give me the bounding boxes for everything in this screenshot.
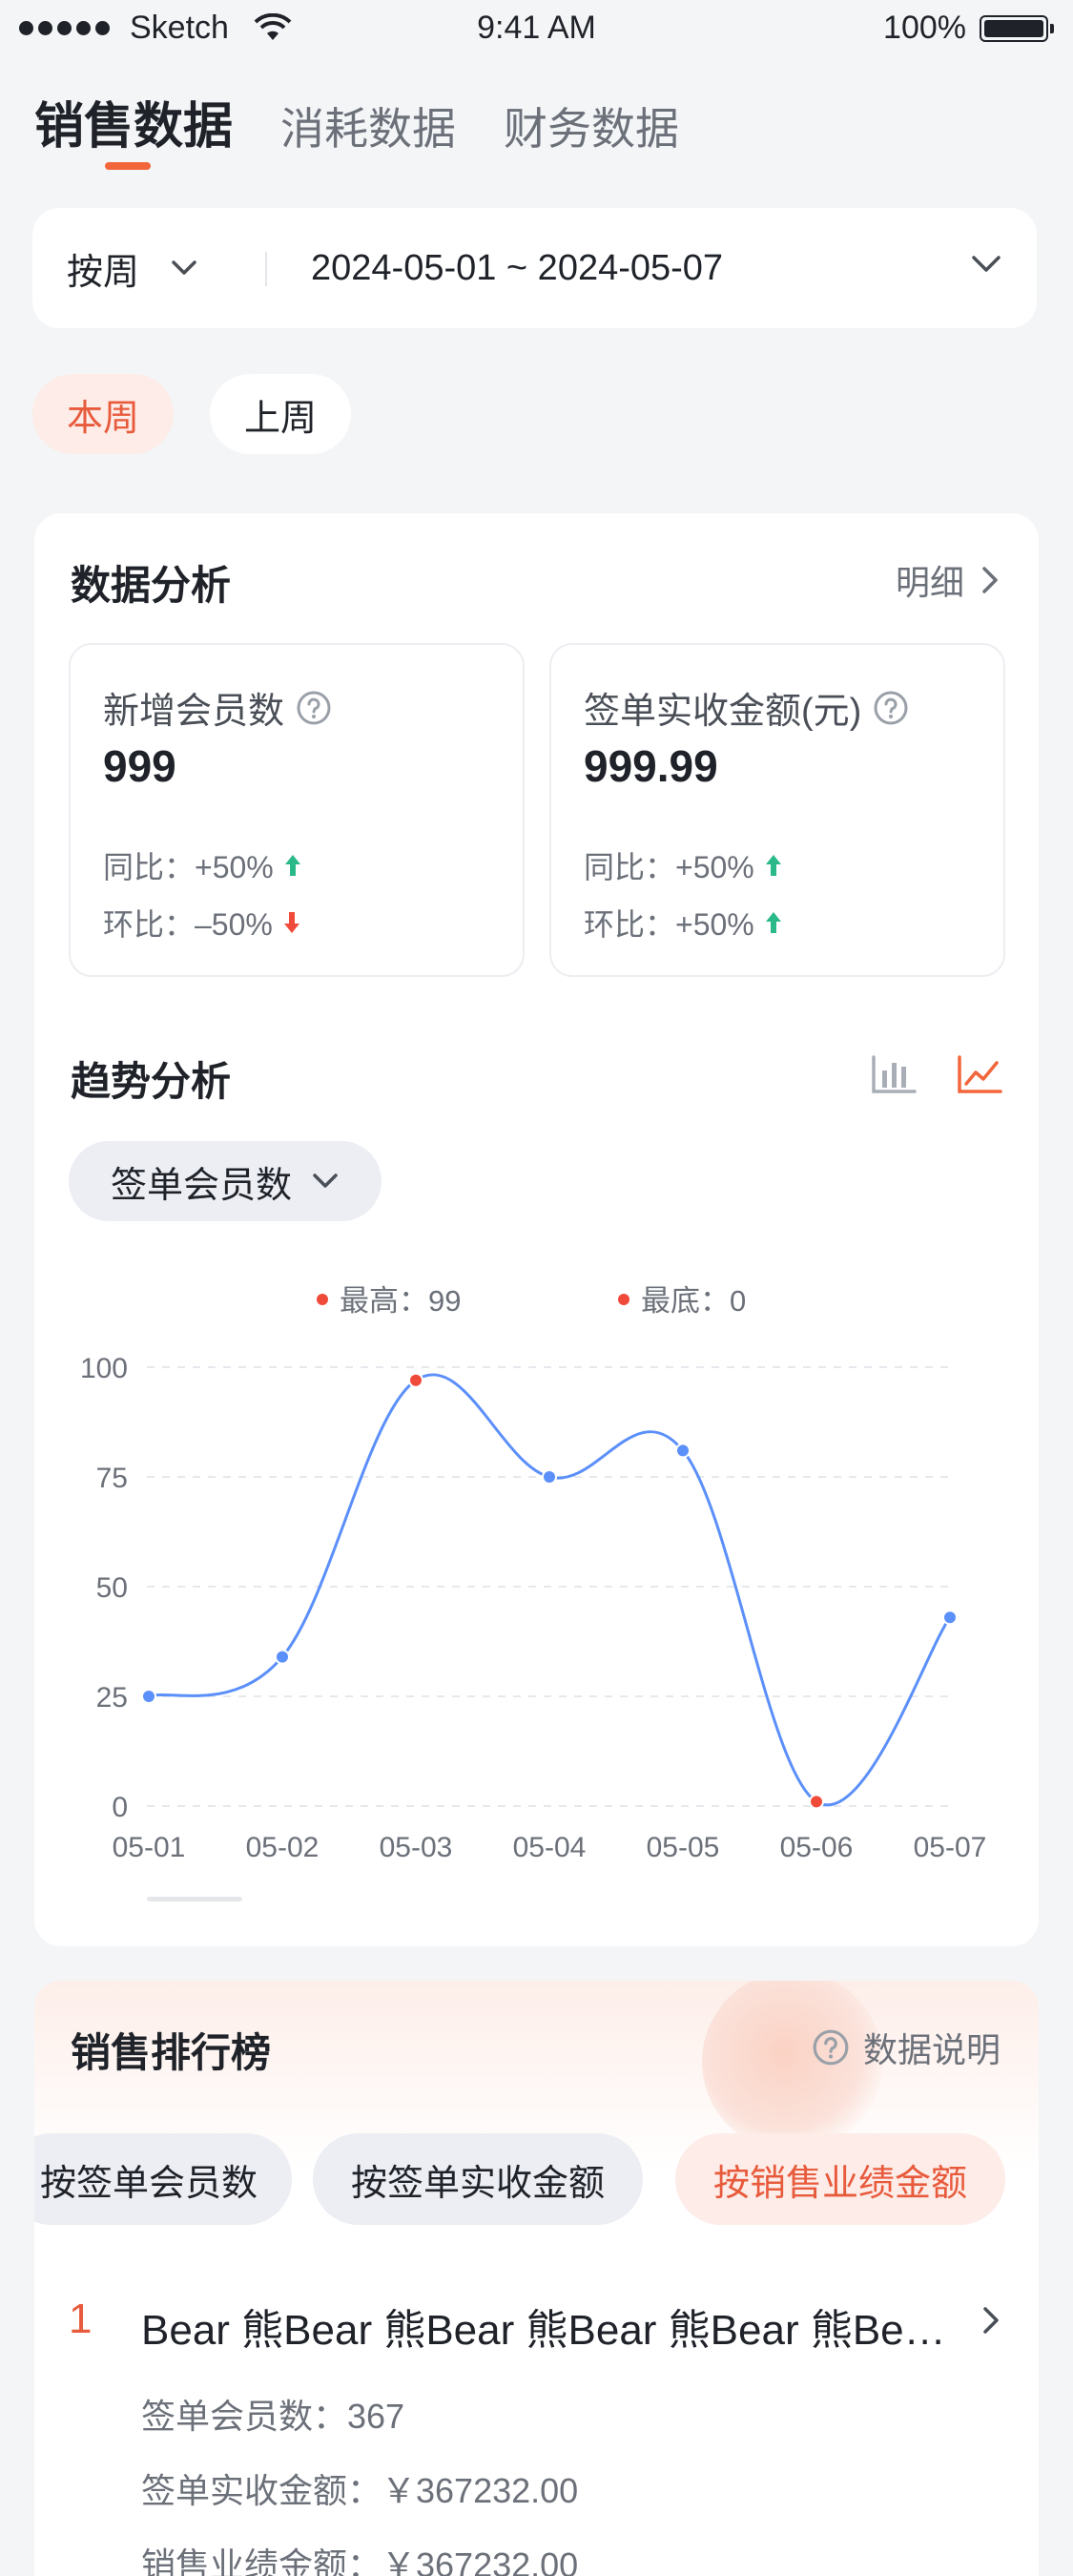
data-point[interactable]: [942, 1610, 958, 1626]
battery-icon: [980, 15, 1054, 42]
x-tick-label: 05-04: [513, 1832, 587, 1863]
tab-consumption[interactable]: 消耗数据: [280, 94, 456, 157]
trend-line-chart: 最高：99 最底：0 100 75 50 25 0 05-01 05-02 05-03 05-…: [80, 1284, 987, 1901]
legend-min-label: 最底：0: [641, 1284, 746, 1318]
data-point[interactable]: [141, 1689, 156, 1704]
sort-by-performance[interactable]: 按销售业绩金额: [675, 2133, 1005, 2225]
chart-legend: 最高：99 最底：0: [317, 1284, 746, 1318]
chip-this-week[interactable]: 本周: [32, 374, 174, 454]
data-point[interactable]: [408, 1372, 423, 1388]
x-tick-label: 05-01: [113, 1832, 186, 1863]
top-tabs: 销售数据 消耗数据 财务数据: [34, 86, 727, 157]
analysis-card: 数据分析 明细 新增会员数 999 同比：+50% 环比：–50% 签单实收金额…: [34, 513, 1039, 1946]
chevron-down-icon: [172, 260, 196, 275]
x-tick-label: 05-05: [647, 1832, 720, 1863]
data-point[interactable]: [275, 1649, 290, 1665]
chevron-right-icon: [983, 2307, 999, 2334]
tab-finance[interactable]: 财务数据: [504, 94, 679, 157]
ranking-card: 销售排行榜 数据说明 按签单会员数 按签单实收金额 按销售业绩金额 1 Bear…: [34, 1981, 1039, 2576]
y-tick-label: 25: [96, 1682, 128, 1714]
period-label: 按周: [67, 252, 140, 293]
sort-by-received[interactable]: 按签单实收金额: [313, 2133, 643, 2225]
y-tick-label: 100: [80, 1353, 128, 1384]
y-tick-label: 0: [112, 1792, 128, 1823]
x-tick-label: 05-07: [914, 1832, 987, 1863]
legend-max-label: 最高：99: [340, 1284, 461, 1318]
status-bar: Sketch 9:41 AM 100%: [0, 0, 1073, 57]
series-line: [148, 1373, 952, 1807]
tab-indicator: [105, 162, 151, 170]
data-point[interactable]: [809, 1794, 824, 1810]
legend-min-dot: [618, 1294, 629, 1305]
battery-percent: 100%: [883, 10, 966, 46]
tab-sales[interactable]: 销售数据: [34, 86, 233, 157]
x-tick-label: 05-06: [780, 1832, 854, 1863]
y-tick-label: 50: [96, 1572, 128, 1604]
chevron-down-icon[interactable]: [970, 254, 1002, 275]
rank-received: 签单实收金额：￥367232.00: [141, 2471, 579, 2510]
data-point[interactable]: [675, 1443, 691, 1459]
filter-divider: [265, 252, 267, 286]
date-range-label: 2024-05-01 ~ 2024-05-07: [311, 247, 724, 288]
sort-by-members[interactable]: 按签单会员数: [34, 2133, 292, 2225]
chart-scroll-indicator: [147, 1897, 242, 1901]
filter-bar: 按周 2024-05-01 ~ 2024-05-07: [32, 208, 1037, 328]
data-point[interactable]: [542, 1469, 557, 1485]
legend-max-dot: [317, 1294, 328, 1305]
sort-options: 按签单会员数 按签单实收金额 按销售业绩金额: [34, 1981, 1039, 2267]
x-tick-label: 05-02: [246, 1832, 320, 1863]
y-tick-label: 75: [96, 1463, 128, 1494]
rank-number: 1: [69, 2296, 93, 2342]
rank-performance: 销售业绩金额：￥367232.00: [141, 2545, 579, 2576]
rank-name: Bear 熊Bear 熊Bear 熊Bear 熊Bear 熊Bear 熊Bear…: [141, 2307, 952, 2354]
date-range-select[interactable]: 2024-05-01 ~ 2024-05-07: [311, 208, 723, 328]
x-tick-label: 05-03: [380, 1832, 453, 1863]
period-select[interactable]: 按周: [67, 208, 198, 328]
rank-members: 签单会员数：367: [141, 2397, 405, 2436]
chip-last-week[interactable]: 上周: [210, 374, 351, 454]
